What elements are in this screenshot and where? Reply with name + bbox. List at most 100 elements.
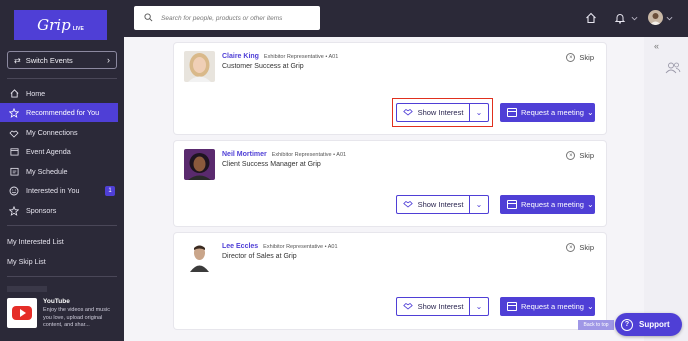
- sidebar-item-label: My Schedule: [26, 167, 68, 176]
- sidebar-item-recommended[interactable]: Recommended for You: [0, 103, 118, 122]
- back-to-top-button[interactable]: Back to top: [578, 320, 614, 330]
- calendar-icon: [507, 302, 517, 311]
- show-interest-main[interactable]: Show Interest: [397, 196, 470, 213]
- skip-button[interactable]: × Skip: [566, 243, 594, 252]
- chevron-down-icon[interactable]: [662, 11, 676, 25]
- sidebar-item-label: Home: [26, 89, 46, 98]
- show-interest-main[interactable]: Show Interest: [397, 298, 470, 315]
- sidebar-item-interested-in-you[interactable]: Interested in You 1: [0, 181, 118, 200]
- recommendation-card: Neil Mortimer Exhibitor Representative •…: [174, 141, 606, 226]
- recommendation-card: Claire King Exhibitor Representative • A…: [174, 43, 606, 134]
- search-icon: [144, 12, 153, 24]
- person-title: Director of Sales at Grip: [222, 253, 297, 260]
- switch-events-button[interactable]: ⇄ Switch Events ›: [7, 51, 117, 69]
- divider: [7, 225, 117, 226]
- show-interest-label: Show Interest: [417, 200, 464, 209]
- person-role: Exhibitor Representative • A01: [263, 54, 339, 60]
- main-content: Claire King Exhibitor Representative • A…: [124, 37, 644, 341]
- home-nav-icon[interactable]: [584, 11, 598, 25]
- calendar-icon: [507, 200, 517, 209]
- support-label: Support: [639, 320, 670, 329]
- support-button[interactable]: ? Support: [615, 313, 682, 336]
- skip-button[interactable]: × Skip: [566, 53, 594, 62]
- my-skip-list-link[interactable]: My Skip List: [7, 257, 46, 266]
- person-name[interactable]: Lee Eccles Exhibitor Representative • A0…: [222, 243, 338, 250]
- skip-label: Skip: [579, 151, 594, 160]
- calendar-icon: [507, 108, 517, 117]
- sidebar-item-sponsors[interactable]: Sponsors: [0, 201, 118, 220]
- grip-live-logo[interactable]: Grip LIVE: [14, 10, 107, 40]
- recommendation-card: Lee Eccles Exhibitor Representative • A0…: [174, 233, 606, 329]
- swap-icon: ⇄: [14, 55, 21, 65]
- profile-photo[interactable]: [184, 241, 215, 272]
- person-role: Exhibitor Representative • A01: [271, 152, 347, 158]
- handshake-icon: [402, 200, 413, 210]
- notifications-bell-icon[interactable]: [613, 11, 627, 25]
- promo-header: [7, 286, 47, 292]
- request-meeting-label: Request a meeting: [521, 302, 584, 311]
- sidebar: Grip LIVE ⇄ Switch Events › Home Recomme…: [0, 0, 124, 341]
- sidebar-item-agenda[interactable]: Event Agenda: [0, 142, 118, 161]
- highlight-box: [392, 98, 493, 127]
- divider: [7, 276, 117, 277]
- request-meeting-label: Request a meeting: [521, 108, 584, 117]
- home-icon: [9, 89, 19, 99]
- divider: [7, 78, 117, 79]
- chevron-down-icon: ⌄: [586, 108, 594, 117]
- people-icon[interactable]: [665, 62, 681, 76]
- sidebar-item-label: Interested in You: [26, 186, 80, 195]
- calendar-icon: [9, 147, 19, 157]
- close-icon: ×: [566, 243, 576, 252]
- smiley-icon: [9, 186, 19, 196]
- my-interested-list-link[interactable]: My Interested List: [7, 237, 64, 246]
- count-badge: 1: [105, 185, 115, 196]
- close-icon: ×: [566, 53, 576, 62]
- search-box[interactable]: [134, 6, 320, 30]
- logo-sub-text: LIVE: [72, 26, 84, 32]
- sidebar-item-label: My Connections: [26, 128, 78, 137]
- top-bar: [124, 0, 688, 37]
- youtube-thumbnail[interactable]: [7, 298, 37, 328]
- profile-photo[interactable]: [184, 51, 215, 82]
- promo-title[interactable]: YouTube: [43, 298, 70, 305]
- request-meeting-label: Request a meeting: [521, 200, 584, 209]
- collapse-double-chevron-icon[interactable]: «: [654, 41, 659, 51]
- close-icon: ×: [566, 151, 576, 160]
- chevron-down-icon[interactable]: ⌄: [470, 196, 488, 213]
- star-icon: [9, 107, 19, 118]
- handshake-icon: [402, 302, 413, 312]
- promo-description: Enjoy the videos and music you love, upl…: [43, 307, 110, 328]
- person-role: Exhibitor Representative • A01: [263, 244, 338, 250]
- sidebar-item-label: Sponsors: [26, 206, 57, 215]
- chevron-down-icon[interactable]: [627, 11, 641, 25]
- user-avatar[interactable]: [648, 10, 663, 25]
- logo-text: Grip: [37, 16, 71, 34]
- show-interest-label: Show Interest: [417, 302, 464, 311]
- person-title: Customer Success at Grip: [222, 63, 304, 70]
- request-meeting-button[interactable]: Request a meeting ⌄: [500, 103, 595, 122]
- skip-button[interactable]: × Skip: [566, 151, 594, 160]
- person-name-text[interactable]: Lee Eccles: [222, 243, 258, 250]
- request-meeting-button[interactable]: Request a meeting ⌄: [500, 195, 595, 214]
- show-interest-button[interactable]: Show Interest ⌄: [396, 195, 489, 214]
- profile-photo[interactable]: [184, 149, 215, 180]
- chevron-right-icon: ›: [107, 55, 110, 65]
- person-name-text[interactable]: Neil Mortimer: [222, 151, 267, 158]
- show-interest-button[interactable]: Show Interest ⌄: [396, 297, 489, 316]
- chevron-down-icon[interactable]: ⌄: [470, 298, 488, 315]
- handshake-icon: [9, 128, 19, 138]
- recommendations-panel: Claire King Exhibitor Representative • A…: [124, 37, 644, 341]
- skip-label: Skip: [579, 243, 594, 252]
- sidebar-item-home[interactable]: Home: [0, 84, 118, 103]
- switch-events-label: Switch Events: [25, 55, 73, 65]
- person-name[interactable]: Claire King Exhibitor Representative • A…: [222, 53, 338, 60]
- person-title: Client Success Manager at Grip: [222, 161, 321, 168]
- person-name[interactable]: Neil Mortimer Exhibitor Representative •…: [222, 151, 346, 158]
- sidebar-item-schedule[interactable]: My Schedule: [0, 162, 118, 181]
- request-meeting-button[interactable]: Request a meeting ⌄: [500, 297, 595, 316]
- chevron-down-icon: ⌄: [586, 200, 594, 209]
- search-input[interactable]: [161, 14, 311, 22]
- person-name-text[interactable]: Claire King: [222, 53, 259, 60]
- skip-label: Skip: [579, 53, 594, 62]
- sidebar-item-connections[interactable]: My Connections: [0, 123, 118, 142]
